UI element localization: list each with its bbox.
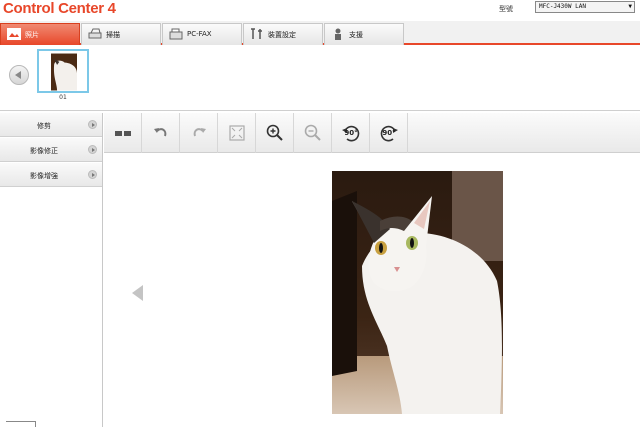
thumbnail-number: 01 bbox=[59, 94, 67, 101]
menu-item-image-enhance[interactable]: 影像增強 bbox=[0, 163, 102, 187]
fax-icon bbox=[169, 28, 183, 40]
model-select[interactable]: MFC-J430W LAN ▼ bbox=[535, 1, 635, 13]
thumbnail-item[interactable] bbox=[37, 49, 89, 93]
cat-photo bbox=[332, 171, 503, 414]
chevron-right-icon bbox=[88, 145, 97, 154]
thumbnail-strip: 01 bbox=[0, 47, 640, 111]
model-label: 型號 bbox=[499, 5, 513, 13]
tab-label: 裝置設定 bbox=[268, 31, 296, 39]
rotate-right-label: 90° bbox=[382, 129, 396, 137]
edit-toolbar: 90° 90° bbox=[104, 113, 640, 153]
app-header: Control Center 4 型號 MFC-J430W LAN ▼ bbox=[0, 0, 640, 20]
rotate-left-label: 90° bbox=[344, 129, 358, 137]
tab-label: 支援 bbox=[349, 31, 363, 39]
tab-device-settings[interactable]: 裝置設定 bbox=[243, 23, 323, 45]
rotate-right-button[interactable]: 90° bbox=[370, 113, 408, 153]
side-by-side-icon bbox=[115, 131, 131, 136]
zoom-in-icon bbox=[266, 124, 283, 141]
strip-prev-button[interactable] bbox=[9, 65, 29, 85]
app-logo: Control Center 4 bbox=[3, 0, 116, 17]
arrow-left-icon bbox=[15, 71, 21, 79]
rotate-left-button[interactable]: 90° bbox=[332, 113, 370, 153]
tab-scan[interactable]: 掃描 bbox=[81, 23, 161, 45]
main-tabbar: 照片 掃描 PC-FAX 裝置設定 支援 bbox=[0, 21, 640, 45]
cat-thumbnail-image bbox=[51, 53, 77, 91]
undo-icon bbox=[154, 128, 167, 137]
menu-item-label: 修剪 bbox=[37, 122, 51, 130]
edit-side-panel: 修剪 影像修正 影像增強 bbox=[0, 113, 103, 427]
menu-item-label: 影像修正 bbox=[30, 147, 58, 155]
zoom-in-button[interactable] bbox=[256, 113, 294, 153]
scanner-icon bbox=[88, 28, 102, 39]
image-canvas bbox=[104, 154, 640, 427]
undo-button[interactable] bbox=[142, 113, 180, 153]
tools-icon bbox=[251, 28, 262, 39]
tab-photo[interactable]: 照片 bbox=[0, 23, 80, 45]
fit-to-window-button[interactable] bbox=[218, 113, 256, 153]
menu-item-image-correction[interactable]: 影像修正 bbox=[0, 138, 102, 162]
tab-label: PC-FAX bbox=[187, 30, 212, 38]
previous-image-arrow-icon[interactable] bbox=[132, 285, 143, 301]
chevron-down-icon: ▼ bbox=[628, 3, 632, 10]
fit-screen-icon bbox=[229, 125, 245, 141]
photo-icon bbox=[7, 28, 21, 40]
tab-label: 照片 bbox=[25, 31, 39, 39]
menu-item-label: 影像增強 bbox=[30, 172, 58, 180]
tab-label: 掃描 bbox=[106, 31, 120, 39]
panel-corner-mark bbox=[6, 421, 36, 427]
tab-support[interactable]: 支援 bbox=[324, 23, 404, 45]
menu-item-crop[interactable]: 修剪 bbox=[0, 113, 102, 137]
zoom-out-button[interactable] bbox=[294, 113, 332, 153]
person-icon bbox=[335, 28, 341, 40]
redo-button[interactable] bbox=[180, 113, 218, 153]
chevron-right-icon bbox=[88, 170, 97, 179]
chevron-right-icon bbox=[88, 120, 97, 129]
zoom-out-icon bbox=[304, 124, 321, 141]
redo-icon bbox=[193, 128, 206, 137]
model-select-value: MFC-J430W LAN bbox=[539, 3, 586, 10]
tab-pc-fax[interactable]: PC-FAX bbox=[162, 23, 242, 45]
compare-view-button[interactable] bbox=[104, 113, 142, 153]
